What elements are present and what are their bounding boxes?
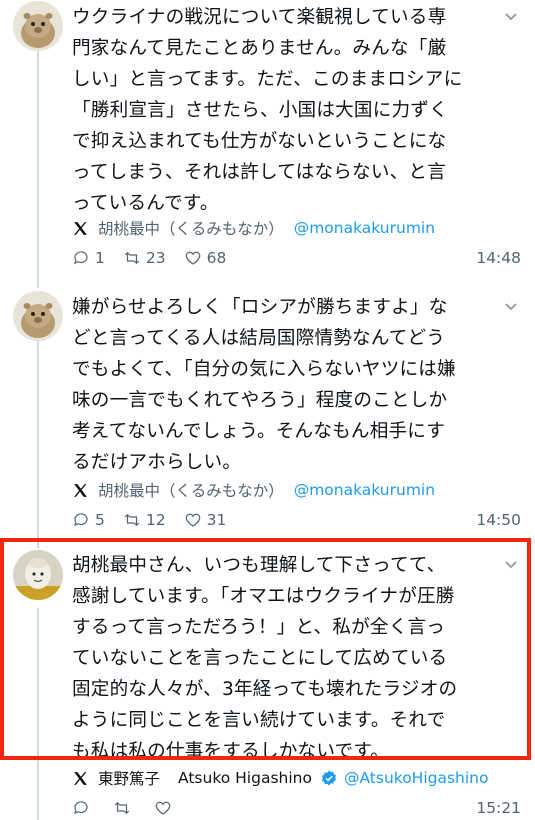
reply-icon (73, 513, 88, 527)
verified-badge-icon (320, 769, 338, 787)
reply-button[interactable]: 5 (72, 511, 105, 529)
reply-count: 5 (95, 511, 105, 529)
user-handle[interactable]: @monakakurumin (294, 481, 435, 499)
tweet-timestamp[interactable]: 14:48 (476, 249, 521, 267)
highlight-box (0, 538, 531, 760)
retweet-button[interactable] (113, 799, 136, 817)
like-count: 31 (206, 511, 227, 529)
reply-icon (73, 801, 88, 815)
retweet-icon (124, 513, 140, 527)
heart-icon (185, 513, 200, 527)
x-logo-icon (72, 220, 89, 237)
tweet-text: ウクライナの戦況について楽観視している専 門家なんて見たことありません。みんな「… (72, 7, 463, 214)
x-logo-icon (72, 482, 89, 499)
display-name[interactable]: 胡桃最中（くるみもなか） (98, 217, 284, 239)
tweet[interactable]: ウクライナの戦況について楽観視している専 門家なんて見たことありません。みんな「… (0, 0, 535, 288)
heart-icon (155, 801, 171, 815)
user-handle[interactable]: @monakakurumin (294, 219, 435, 237)
retweet-count: 23 (145, 249, 166, 267)
reply-count: 1 (95, 249, 105, 267)
tweet-actions: 1 23 68 14:48 (72, 246, 521, 270)
tweet-source: 胡桃最中（くるみもなか） @monakakurumin (72, 216, 435, 240)
reply-button[interactable] (72, 799, 95, 817)
capybara-avatar[interactable] (13, 291, 63, 341)
like-button[interactable]: 31 (184, 511, 227, 529)
retweet-button[interactable]: 12 (123, 511, 166, 529)
display-name-latin[interactable]: Atsuko Higashino (178, 769, 312, 787)
tweet-actions: 5 12 31 14:50 (72, 508, 521, 532)
retweet-icon (114, 801, 130, 815)
capybara-avatar[interactable] (13, 1, 63, 51)
tweet-actions: 15:21 (72, 796, 521, 820)
like-count: 68 (206, 249, 227, 267)
retweet-icon (124, 251, 140, 265)
tweet-timestamp[interactable]: 15:21 (476, 799, 521, 817)
display-name[interactable]: 東野篤子 (98, 767, 160, 789)
retweet-count: 12 (145, 511, 166, 529)
display-name[interactable]: 胡桃最中（くるみもなか） (98, 479, 284, 501)
retweet-button[interactable]: 23 (123, 249, 166, 267)
tweet-source: 胡桃最中（くるみもなか） @monakakurumin (72, 478, 435, 502)
tweet[interactable]: 嫌がらせよろしく「ロシアが勝ちますよ」な どと言ってくる人は結局国際情勢なんてど… (0, 290, 535, 538)
like-button[interactable]: 68 (184, 249, 227, 267)
user-handle[interactable]: @AtsukoHigashino (344, 769, 489, 787)
reply-button[interactable]: 1 (72, 249, 105, 267)
tweet-source: 東野篤子 Atsuko Higashino @AtsukoHigashino (72, 766, 489, 790)
tweet-text: 嫌がらせよろしく「ロシアが勝ちますよ」な どと言ってくる人は結局国際情勢なんてど… (72, 297, 456, 473)
x-logo-icon (72, 770, 89, 787)
like-button[interactable] (154, 799, 177, 817)
tweet-timestamp[interactable]: 14:50 (476, 511, 521, 529)
heart-icon (185, 251, 200, 265)
reply-icon (73, 251, 88, 265)
